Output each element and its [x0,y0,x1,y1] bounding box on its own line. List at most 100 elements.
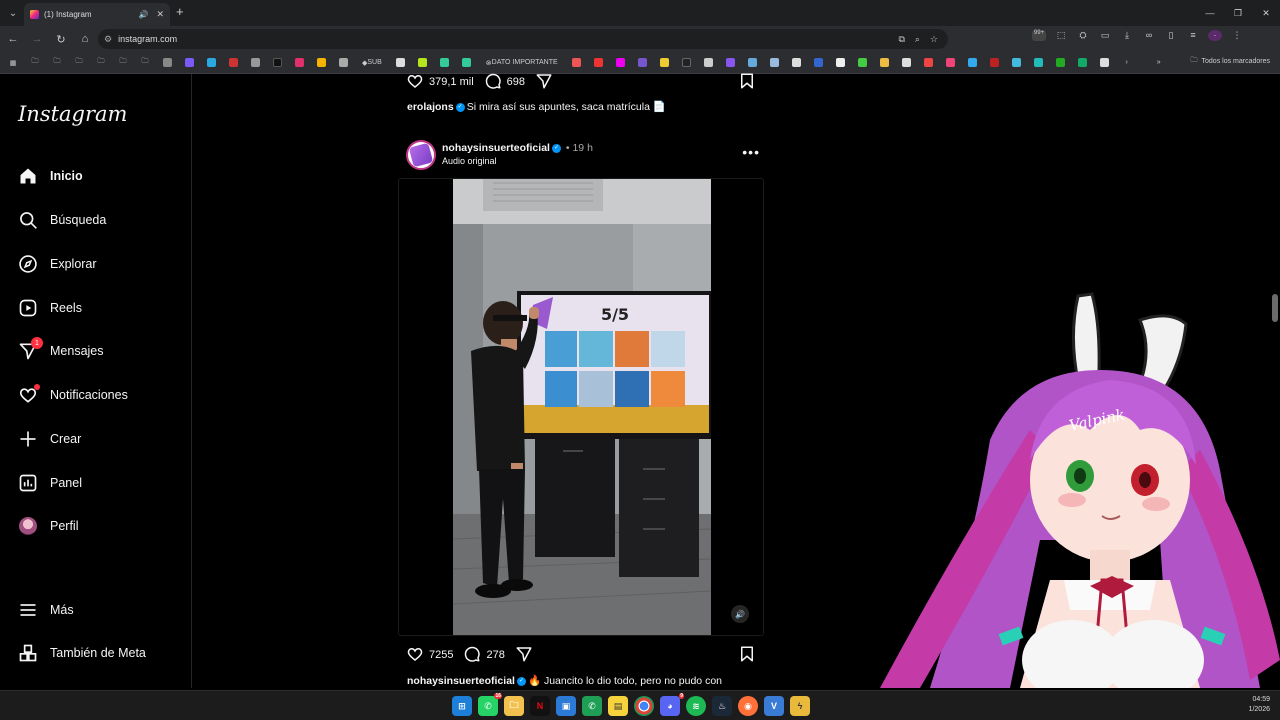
bookmark-icon[interactable] [966,56,980,70]
nav-inicio[interactable]: Inicio [18,161,188,191]
folder-icon[interactable]: 🗀 [28,56,42,70]
bookmark-icon[interactable] [988,56,1002,70]
bookmark-icon[interactable] [438,56,452,70]
nav-tambien-de-meta[interactable]: También de Meta [18,638,188,668]
forward-button[interactable]: → [26,28,48,50]
nav-mas[interactable]: Más [18,595,188,625]
bookmark-icon[interactable] [746,56,760,70]
share-icon[interactable] [515,645,533,666]
steam-icon[interactable] [1098,56,1112,70]
nav-busqueda[interactable]: Búsqueda [18,205,188,235]
sticky-notes-icon[interactable]: ▤ [608,696,628,716]
bookmark-icon[interactable] [182,56,196,70]
comment-count[interactable]: 278 [486,649,504,661]
caption-username[interactable]: nohaysinsuerteoficial [407,675,515,687]
download-icon[interactable]: ⤓ [1120,30,1134,41]
link-icon[interactable]: ∞ [1142,30,1156,41]
windows-start-icon[interactable]: ⊞ [452,696,472,716]
like-count[interactable]: 379,1 mil [429,76,474,88]
bookmark-icon[interactable] [416,56,430,70]
volume-icon[interactable]: 🔊 [731,605,749,623]
post-audio[interactable]: Audio original [442,156,497,166]
bookmark-dato-importante[interactable]: ⊗ DATO IMPORTANTE [482,56,562,70]
bookmark-icon[interactable] [768,56,782,70]
bookmark-icon[interactable] [614,56,628,70]
like-icon[interactable] [406,72,424,93]
browser-menu-icon[interactable]: ⋮ [1230,30,1244,41]
scrollbar[interactable] [1272,294,1278,322]
comment-count[interactable]: 698 [507,76,525,88]
folder-icon[interactable]: 🗀 [50,56,64,70]
tab-close-icon[interactable]: ✕ [156,9,164,20]
nav-notificaciones[interactable]: Notificaciones [18,380,188,410]
nav-reels[interactable]: Reels [18,293,188,323]
sidepanel-icon[interactable]: ▯ [1164,30,1178,41]
whatsapp-icon[interactable]: ✆ 16 [478,693,502,716]
install-app-icon[interactable]: ⧉ [898,34,904,45]
tab-search-icon[interactable]: ⌄ [0,0,26,26]
save-icon[interactable] [738,645,756,666]
bookmark-icon[interactable] [160,56,174,70]
more-options-icon[interactable]: ••• [742,144,760,160]
extension-badge-icon[interactable]: 99+ [1032,30,1046,41]
bookmark-icon[interactable]: › [1120,56,1134,70]
browser-tab[interactable]: (1) Instagram 🔊 ✕ [24,3,170,26]
drive-icon[interactable] [314,56,328,70]
vtube-studio-icon[interactable]: V [764,696,784,716]
bookmark-icon[interactable] [226,56,240,70]
whatsapp-desktop-icon[interactable]: ✆ [582,696,602,716]
post-avatar[interactable] [406,140,436,170]
bookmark-icon[interactable] [1010,56,1024,70]
close-window-button[interactable]: ✕ [1252,0,1280,26]
maximize-button[interactable]: ❐ [1224,0,1252,26]
file-explorer-icon[interactable]: 🗀 [504,696,524,716]
instagram-icon[interactable] [292,56,306,70]
bookmark-icon[interactable] [724,56,738,70]
extensions-icon[interactable]: ⬚ [1054,30,1068,41]
bookmark-icon[interactable] [1054,56,1068,70]
app-icon[interactable]: ϟ [790,696,810,716]
profile-icon[interactable]: · [1208,30,1222,41]
caption-username[interactable]: erolajons [407,101,454,113]
post-media[interactable]: 5/5 🔊 [398,178,764,636]
bookmark-icon[interactable] [248,56,262,70]
bookmark-icon[interactable] [394,56,408,70]
nav-crear[interactable]: Crear [18,424,188,454]
reload-button[interactable]: ↻ [50,28,72,50]
discord-icon[interactable]: ◕ 9 [660,693,684,716]
back-button[interactable]: ← [2,28,24,50]
bookmark-icon[interactable] [790,56,804,70]
bookmark-icon[interactable] [812,56,826,70]
bookmark-icon[interactable] [204,56,218,70]
nav-perfil[interactable]: Perfil [18,511,188,541]
system-clock[interactable]: 04:59 1/2026 [1249,695,1270,715]
like-icon[interactable] [406,645,424,666]
bookmark-icon[interactable] [702,56,716,70]
apps-icon[interactable]: ▦ [6,56,20,70]
bookmark-icon[interactable] [680,56,694,70]
minimize-button[interactable]: — [1196,0,1224,26]
save-icon[interactable] [738,72,756,93]
nav-mensajes[interactable]: 1 Mensajes [18,336,188,366]
folder-icon[interactable]: 🗀 [138,56,152,70]
bookmark-icon[interactable] [856,56,870,70]
share-icon[interactable] [535,72,553,93]
post-time[interactable]: 19 h [572,142,592,154]
netflix-icon[interactable]: N [530,696,550,716]
photos-icon[interactable]: ▣ [556,696,576,716]
bookmark-icon[interactable] [658,56,672,70]
bookmark-icon[interactable] [834,56,848,70]
bookmark-icon[interactable] [944,56,958,70]
tab-audio-icon[interactable]: 🔊 [138,10,148,19]
instagram-logo[interactable]: Instagram [18,102,127,126]
bookmark-icon[interactable] [636,56,650,70]
spotify-icon[interactable]: ≋ [686,696,706,716]
bookmark-icon[interactable] [1076,56,1090,70]
bookmark-icon[interactable] [878,56,892,70]
folder-icon[interactable]: 🗀 [116,56,130,70]
url-field[interactable]: ⚙ instagram.com ⧉ ⌕ ☆ [98,29,948,49]
like-count[interactable]: 7255 [429,649,453,661]
bookmark-icon[interactable] [570,56,584,70]
comment-icon[interactable] [484,72,502,93]
folder-icon[interactable]: 🗀 [72,56,86,70]
